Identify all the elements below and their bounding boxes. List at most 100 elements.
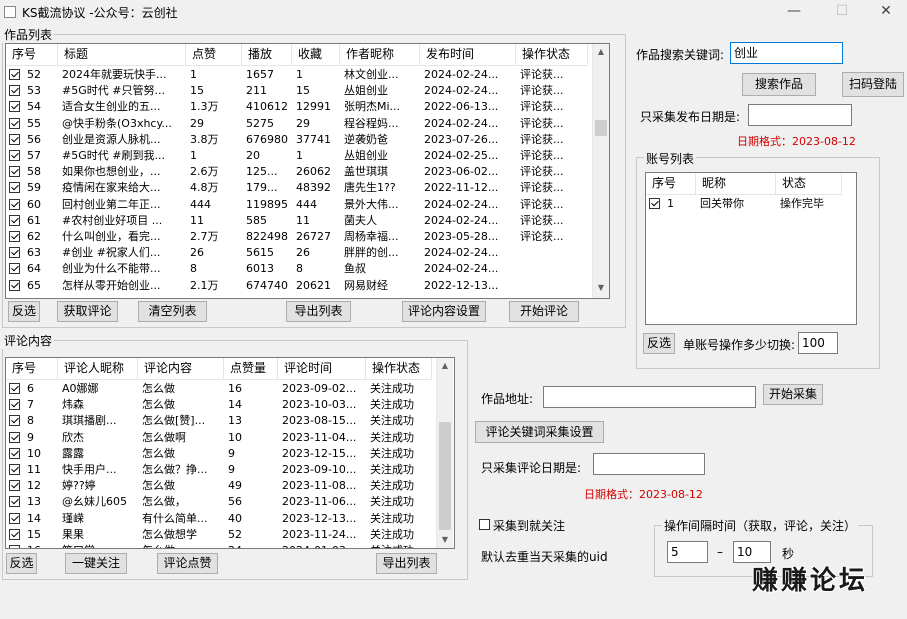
checkbox-icon[interactable] (9, 399, 20, 411)
comments-column-header[interactable]: 点赞量 (224, 358, 278, 379)
comments-row[interactable]: 9 欣杰 怎么做啊 10 2023-11-04... 关注成功 (6, 430, 432, 446)
checkbox-icon[interactable] (649, 198, 660, 209)
works-row[interactable]: 64 创业为什么不能带... 8 6013 8 鱼叔 2024-02-24... (6, 261, 588, 277)
publish-date-input[interactable] (748, 104, 852, 126)
works-vertical-scrollbar[interactable]: ▲ ▼ (592, 44, 609, 298)
comments-column-header[interactable]: 评论人昵称 (58, 358, 138, 379)
checkbox-icon[interactable] (9, 480, 20, 492)
checkbox-icon[interactable] (9, 263, 20, 275)
checkbox-icon[interactable] (9, 431, 20, 443)
comments-button-3[interactable]: 导出列表 (376, 553, 437, 574)
works-column-header[interactable]: 发布时间 (420, 44, 516, 65)
works-list[interactable]: 序号 标题 点赞 播放 收藏 作者昵称 发布时间 操作状态 52 2024年就要玩快手... 1 1… (5, 43, 610, 299)
checkbox-icon[interactable] (479, 519, 490, 530)
comments-row[interactable]: 7 炜森 怎么做 14 2023-10-03... 关注成功 (6, 397, 432, 413)
scroll-down-icon[interactable]: ▼ (437, 532, 453, 548)
comments-row[interactable]: 12 婷??婷 怎么做 49 2023-11-08... 关注成功 (6, 478, 432, 494)
works-column-header[interactable]: 操作状态 (516, 44, 588, 65)
accounts-column-header[interactable]: 序号 (646, 173, 696, 194)
comments-column-header[interactable]: 操作状态 (366, 358, 432, 379)
scroll-thumb[interactable] (439, 422, 451, 530)
close-button[interactable]: ✕ (864, 0, 907, 24)
checkbox-icon[interactable] (9, 415, 20, 427)
accounts-column-header[interactable]: 昵称 (696, 173, 776, 194)
works-column-header[interactable]: 收藏 (292, 44, 340, 65)
search-keyword-input[interactable]: 创业 (730, 42, 843, 64)
checkbox-icon[interactable] (9, 528, 20, 540)
works-button-3[interactable]: 导出列表 (286, 301, 351, 322)
works-row[interactable]: 56 创业是资源人脉机... 3.8万 676980 37741 逆袭奶爸 2023-07-… (6, 132, 588, 148)
checkbox-icon[interactable] (9, 214, 20, 226)
comments-button-1[interactable]: 一键关注 (65, 553, 127, 574)
works-button-2[interactable]: 清空列表 (138, 301, 207, 322)
comments-row[interactable]: 10 露露 怎么做 9 2023-12-15... 关注成功 (6, 446, 432, 462)
scroll-up-icon[interactable]: ▲ (593, 44, 609, 60)
work-url-input[interactable] (543, 386, 756, 408)
comments-button-2[interactable]: 评论点赞 (157, 553, 218, 574)
comments-list[interactable]: 序号 评论人昵称 评论内容 点赞量 评论时间 操作状态 6 A0娜娜 怎么做 16 2023-09… (5, 357, 455, 549)
works-row[interactable]: 60 回村创业第二年正... 444 119895 444 景外大伟... 2024-02-… (6, 197, 588, 213)
works-column-header[interactable]: 序号 (6, 44, 58, 65)
works-row[interactable]: 52 2024年就要玩快手... 1 1657 1 林文创业... 2024-02-24..… (6, 67, 588, 83)
works-row[interactable]: 57 #5G时代 #刷到我... 1 20 1 丛姐创业 2024-02-25... 评论获.… (6, 148, 588, 164)
checkbox-icon[interactable] (9, 85, 20, 97)
accounts-invert-button[interactable]: 反选 (643, 333, 675, 354)
checkbox-icon[interactable] (9, 496, 20, 508)
checkbox-icon[interactable] (9, 247, 20, 259)
minimize-button[interactable]: — (772, 0, 816, 24)
works-button-4[interactable]: 评论内容设置 (402, 301, 486, 322)
scroll-thumb[interactable] (595, 120, 607, 136)
works-row[interactable]: 53 #5G时代 #只管努... 15 211 15 丛姐创业 2024-02-24... 评… (6, 83, 588, 99)
works-column-header[interactable]: 点赞 (186, 44, 242, 65)
switch-count-input[interactable]: 100 (798, 332, 838, 354)
checkbox-icon[interactable] (9, 150, 20, 161)
works-button-5[interactable]: 开始评论 (509, 301, 579, 322)
checkbox-icon[interactable] (9, 545, 20, 548)
checkbox-icon[interactable] (9, 198, 20, 210)
works-column-header[interactable]: 作者昵称 (340, 44, 420, 65)
accounts-row[interactable]: 1 回关带你 操作完毕 (646, 196, 842, 212)
scroll-down-icon[interactable]: ▼ (593, 280, 609, 296)
works-row[interactable]: 63 #创业 #祝家人们... 26 5615 26 胖胖的创... 2024-02-24.… (6, 245, 588, 261)
comments-vertical-scrollbar[interactable]: ▲ ▼ (436, 358, 453, 548)
works-row[interactable]: 62 什么叫创业，看完... 2.7万 822498 26727 周杨幸福... 2023-… (6, 229, 588, 245)
checkbox-icon[interactable] (9, 512, 20, 524)
comments-row[interactable]: 15 果果 怎么做想学 52 2023-11-24... 关注成功 (6, 527, 432, 543)
works-row[interactable]: 54 适合女生创业的五... 1.3万 410612 12991 张明杰Mi... 2022… (6, 99, 588, 115)
checkbox-icon[interactable] (9, 464, 20, 475)
comments-row[interactable]: 8 琪琪播剧... 怎么做[赞]... 13 2023-08-15... 关注成功 (6, 413, 432, 429)
works-button-1[interactable]: 获取评论 (57, 301, 118, 322)
works-row[interactable]: 59 疫情闲在家来给大... 4.8万 179... 48392 唐先生1?? 2022-1… (6, 180, 588, 196)
comments-row[interactable]: 14 瑾嵘 有什么简单... 40 2023-12-13... 关注成功 (6, 511, 432, 527)
works-row[interactable]: 58 如果你也想创业，... 2.6万 125... 26062 盖世琪琪 2023-06-… (6, 164, 588, 180)
works-row[interactable]: 61 #农村创业好项目 ... 11 585 11 菌夫人 2024-02-24... 评论获… (6, 213, 588, 229)
start-collect-button[interactable]: 开始采集 (763, 384, 823, 405)
comments-row[interactable]: 16 笑口常...怎么做242024-01-03...关注成功 (6, 543, 432, 548)
comments-row[interactable]: 13 @幺妹儿605 怎么做， 56 2023-11-06... 关注成功 (6, 494, 432, 510)
works-column-header[interactable]: 标题 (58, 44, 186, 65)
search-works-button[interactable]: 搜索作品 (742, 73, 816, 96)
scroll-up-icon[interactable]: ▲ (437, 358, 453, 374)
comment-date-input[interactable] (593, 453, 705, 475)
checkbox-icon[interactable] (9, 101, 20, 113)
checkbox-icon[interactable] (9, 231, 20, 242)
checkbox-icon[interactable] (9, 117, 20, 129)
comment-keyword-settings-button[interactable]: 评论关键词采集设置 (475, 421, 604, 443)
accounts-list[interactable]: 序号 昵称 状态 1 回关带你 操作完毕 (645, 172, 857, 325)
works-button-0[interactable]: 反选 (8, 301, 40, 322)
checkbox-icon[interactable] (9, 166, 20, 178)
maximize-button[interactable]: ☐ (820, 0, 864, 24)
comments-row[interactable]: 11 快手用户... 怎么做？挣... 9 2023-09-10... 关注成功 (6, 462, 432, 478)
comments-column-header[interactable]: 序号 (6, 358, 58, 379)
checkbox-icon[interactable] (9, 447, 20, 459)
follow-on-collect-checkbox[interactable]: 采集到就关注 (479, 517, 565, 534)
interval-from-input[interactable]: 5 (667, 541, 708, 563)
works-row[interactable]: 55 @快手粉条(O3xhcy... 29 5275 29 程谷程妈... 2024-02-… (6, 116, 588, 132)
comments-column-header[interactable]: 评论内容 (138, 358, 224, 379)
comments-column-header[interactable]: 评论时间 (278, 358, 366, 379)
accounts-column-header[interactable]: 状态 (776, 173, 842, 194)
comments-button-0[interactable]: 反选 (6, 553, 37, 574)
works-column-header[interactable]: 播放 (242, 44, 292, 65)
checkbox-icon[interactable] (9, 279, 20, 291)
scan-login-button[interactable]: 扫码登陆 (842, 72, 904, 97)
